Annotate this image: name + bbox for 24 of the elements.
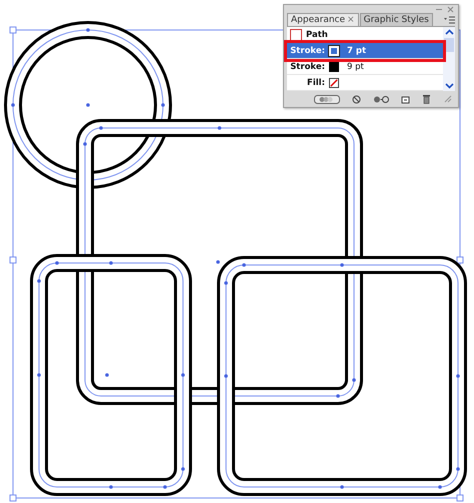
- scrollbar[interactable]: [443, 27, 455, 91]
- row-label: Fill:: [306, 78, 325, 88]
- panel-tab[interactable]: Appearance ×: [287, 13, 359, 26]
- scroll-down-icon[interactable]: [444, 83, 454, 89]
- anchor-point: [216, 260, 220, 264]
- scroll-up-icon[interactable]: [444, 29, 454, 35]
- row-value: 9 pt: [347, 62, 364, 72]
- clear-appearance-icon[interactable]: [352, 94, 361, 104]
- appearance-row[interactable]: Fill:: [287, 75, 443, 91]
- row-value: 7 pt: [347, 46, 366, 56]
- path-swatch-icon: [290, 28, 302, 40]
- reduce-appearance-icon[interactable]: [373, 94, 389, 104]
- resize-grip-icon[interactable]: [444, 95, 452, 103]
- anchor-point: [105, 373, 109, 377]
- appearance-row[interactable]: Stroke: 7 pt: [287, 43, 443, 59]
- row-label: Path: [306, 30, 328, 40]
- row-label: Stroke:: [289, 62, 325, 72]
- panel-menu-icon[interactable]: [444, 16, 455, 24]
- new-item-icon[interactable]: [401, 94, 410, 104]
- visibility-toggle-icon[interactable]: [314, 94, 340, 104]
- trash-icon[interactable]: [422, 94, 431, 104]
- appearance-row[interactable]: Stroke: 9 pt: [287, 59, 443, 75]
- panel-tab[interactable]: Graphic Styles: [360, 13, 433, 26]
- row-label: Stroke:: [289, 46, 325, 56]
